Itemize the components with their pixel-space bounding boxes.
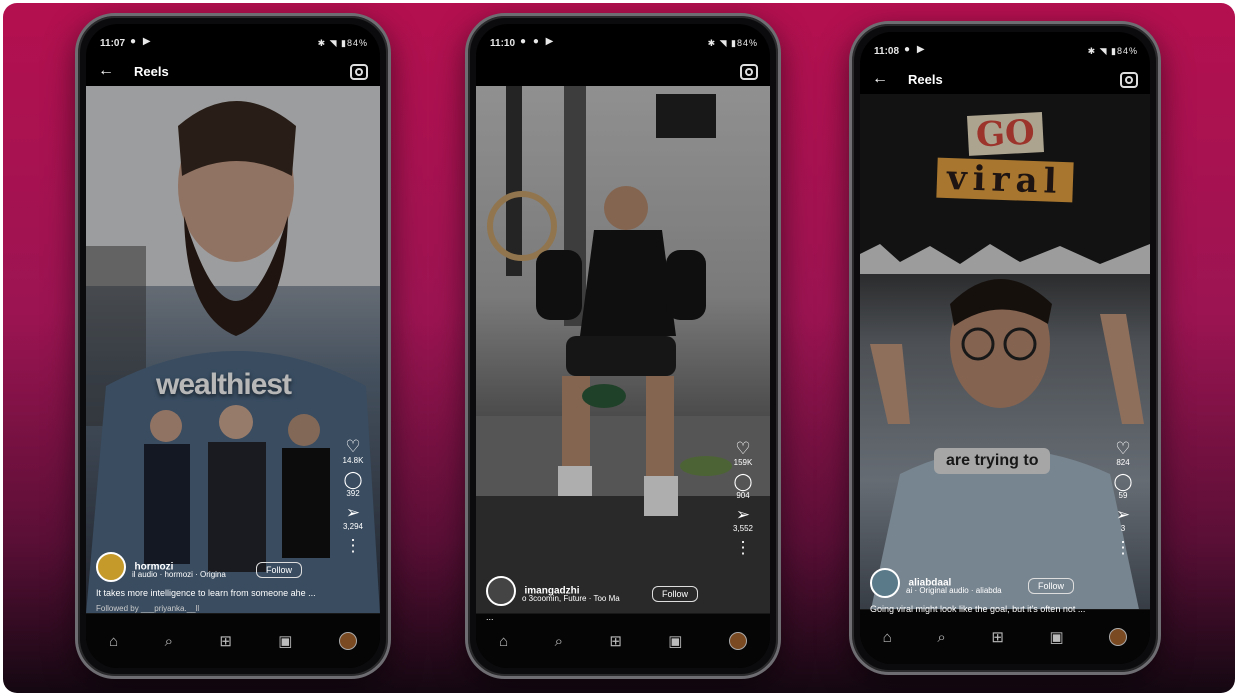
share-icon[interactable]: ➢ — [726, 506, 760, 524]
camera-icon[interactable] — [1120, 72, 1138, 88]
share-icon[interactable]: ➢ — [1106, 506, 1140, 524]
like-count: 159K — [733, 458, 753, 467]
status-time: 11:10 — [490, 38, 516, 49]
camera-icon[interactable] — [740, 64, 758, 80]
notification-icons: ● ● ▶ — [520, 36, 556, 47]
hero-viral: viral — [936, 157, 1074, 203]
status-right: ✱ ◥ ▮84% — [317, 38, 368, 48]
heart-icon[interactable]: ♡ — [726, 440, 760, 458]
comment-count: 904 — [736, 491, 750, 500]
share-count: 3,552 — [732, 524, 754, 533]
bottom-nav: ⌂ ⌕ ⊞ ▣ — [86, 613, 380, 668]
avatar[interactable] — [486, 576, 516, 606]
more-icon[interactable]: ⋮ — [336, 537, 370, 555]
home-icon[interactable]: ⌂ — [883, 629, 892, 646]
reel-actions: ♡ 14.8K ◯ 392 ➢ 3,294 ⋮ — [336, 434, 370, 555]
comment-icon[interactable]: ◯ — [336, 471, 370, 489]
home-icon[interactable]: ⌂ — [109, 633, 118, 650]
avatar[interactable] — [96, 552, 126, 582]
more-icon[interactable]: ⋮ — [1106, 539, 1140, 557]
video-overlay-text: wealthiest — [156, 368, 292, 401]
phone-mockup-2: 11:10 ● ● ▶ ✱ ◥ ▮84% ♡ 159K ◯ 904 ➢ 3,55… — [465, 13, 781, 679]
status-right: ✱ ◥ ▮84% — [707, 38, 758, 48]
follow-button[interactable]: Follow — [1028, 578, 1075, 594]
heart-icon[interactable]: ♡ — [336, 438, 370, 456]
more-icon[interactable]: ⋮ — [726, 539, 760, 557]
reels-topbar: ← Reels — [860, 68, 1150, 94]
battery-level: 84% — [736, 38, 758, 48]
share-icon[interactable]: ➢ — [336, 504, 370, 522]
notification-icons: ● ▶ — [130, 36, 153, 47]
reel-caption[interactable]: It takes more intelligence to learn from… — [96, 588, 334, 598]
phone-2-screen: 11:10 ● ● ▶ ✱ ◥ ▮84% ♡ 159K ◯ 904 ➢ 3,55… — [476, 24, 770, 668]
reels-title: Reels — [908, 72, 943, 87]
add-post-icon[interactable]: ⊞ — [991, 628, 1004, 646]
comment-icon[interactable]: ◯ — [726, 473, 760, 491]
follow-button[interactable]: Follow — [652, 586, 699, 602]
phone-mockup-3: 11:08 ● ▶ ✱ ◥ ▮84% ← Reels GO viral are … — [849, 21, 1161, 675]
add-post-icon[interactable]: ⊞ — [219, 632, 232, 650]
followed-by-text: Followed by ___priyanka.__ll — [96, 604, 200, 613]
reels-title: Reels — [134, 64, 169, 79]
back-arrow-icon[interactable]: ← — [872, 70, 888, 88]
search-icon[interactable]: ⌕ — [165, 633, 173, 650]
audio-label[interactable]: il audio · hormozi · Origina — [132, 570, 226, 579]
like-count: 824 — [1116, 458, 1130, 467]
hero-go: GO — [966, 112, 1044, 156]
follow-button[interactable]: Follow — [256, 562, 303, 578]
reels-nav-icon[interactable]: ▣ — [1049, 628, 1063, 646]
reels-nav-icon[interactable]: ▣ — [278, 632, 292, 650]
phone-mockup-1: 11:07 ● ▶ ✱ ◥ ▮84% ← Reels wealthiest ♡ … — [75, 13, 391, 679]
phone-1-screen: 11:07 ● ▶ ✱ ◥ ▮84% ← Reels wealthiest ♡ … — [86, 24, 380, 668]
audio-label[interactable]: o 3coomin, Future · Too Ma — [522, 594, 620, 603]
camera-notch — [581, 36, 665, 58]
notification-icons: ● ▶ — [904, 44, 927, 55]
reel-meta: aliabdaal Follow ai · Original audio · a… — [870, 568, 1104, 614]
avatar[interactable] — [870, 568, 900, 598]
status-time: 11:07 — [100, 38, 126, 49]
go-viral-title: GO viral — [860, 112, 1150, 203]
add-post-icon[interactable]: ⊞ — [609, 632, 622, 650]
audio-label[interactable]: ai · Original audio · aliabda — [906, 586, 1002, 595]
home-icon[interactable]: ⌂ — [499, 633, 508, 650]
like-count: 14.8K — [342, 456, 364, 465]
background-stage: 11:07 ● ▶ ✱ ◥ ▮84% ← Reels wealthiest ♡ … — [3, 3, 1235, 693]
profile-avatar-icon[interactable] — [1109, 628, 1128, 646]
bottom-nav: ⌂ ⌕ ⊞ ▣ — [860, 609, 1150, 664]
share-count: 3,294 — [342, 522, 364, 531]
camera-icon[interactable] — [350, 64, 368, 80]
reel-caption[interactable]: Going viral might look like the goal, bu… — [870, 604, 1104, 614]
comment-count: 59 — [1118, 491, 1128, 500]
reel-caption[interactable]: ... — [486, 612, 724, 622]
reel-meta: hormozi Follow il audio · hormozi · Orig… — [96, 552, 334, 613]
reels-topbar: ← Reels — [86, 60, 380, 86]
status-time: 11:08 — [874, 46, 900, 57]
search-icon[interactable]: ⌕ — [937, 629, 945, 646]
back-arrow-icon[interactable]: ← — [98, 62, 114, 80]
reel-actions: ♡ 159K ◯ 904 ➢ 3,552 ⋮ — [726, 436, 760, 557]
camera-notch — [191, 36, 275, 58]
video-overlay-text: are trying to — [934, 448, 1051, 474]
reels-nav-icon[interactable]: ▣ — [668, 632, 682, 650]
comment-icon[interactable]: ◯ — [1106, 473, 1140, 491]
comment-count: 392 — [346, 489, 360, 498]
profile-avatar-icon[interactable] — [728, 632, 747, 650]
camera-notch — [963, 44, 1047, 66]
search-icon[interactable]: ⌕ — [555, 633, 563, 650]
share-count: 3 — [1120, 524, 1126, 533]
status-right: ✱ ◥ ▮84% — [1087, 46, 1138, 56]
heart-icon[interactable]: ♡ — [1106, 440, 1140, 458]
battery-level: 84% — [346, 38, 368, 48]
profile-avatar-icon[interactable] — [338, 632, 357, 650]
battery-level: 84% — [1116, 46, 1138, 56]
reel-meta: imangadzhi Follow o 3coomin, Future · To… — [486, 576, 724, 622]
phone-3-screen: 11:08 ● ▶ ✱ ◥ ▮84% ← Reels GO viral are … — [860, 32, 1150, 664]
reel-actions: ♡ 824 ◯ 59 ➢ 3 ⋮ — [1106, 436, 1140, 557]
reels-topbar — [476, 60, 770, 86]
